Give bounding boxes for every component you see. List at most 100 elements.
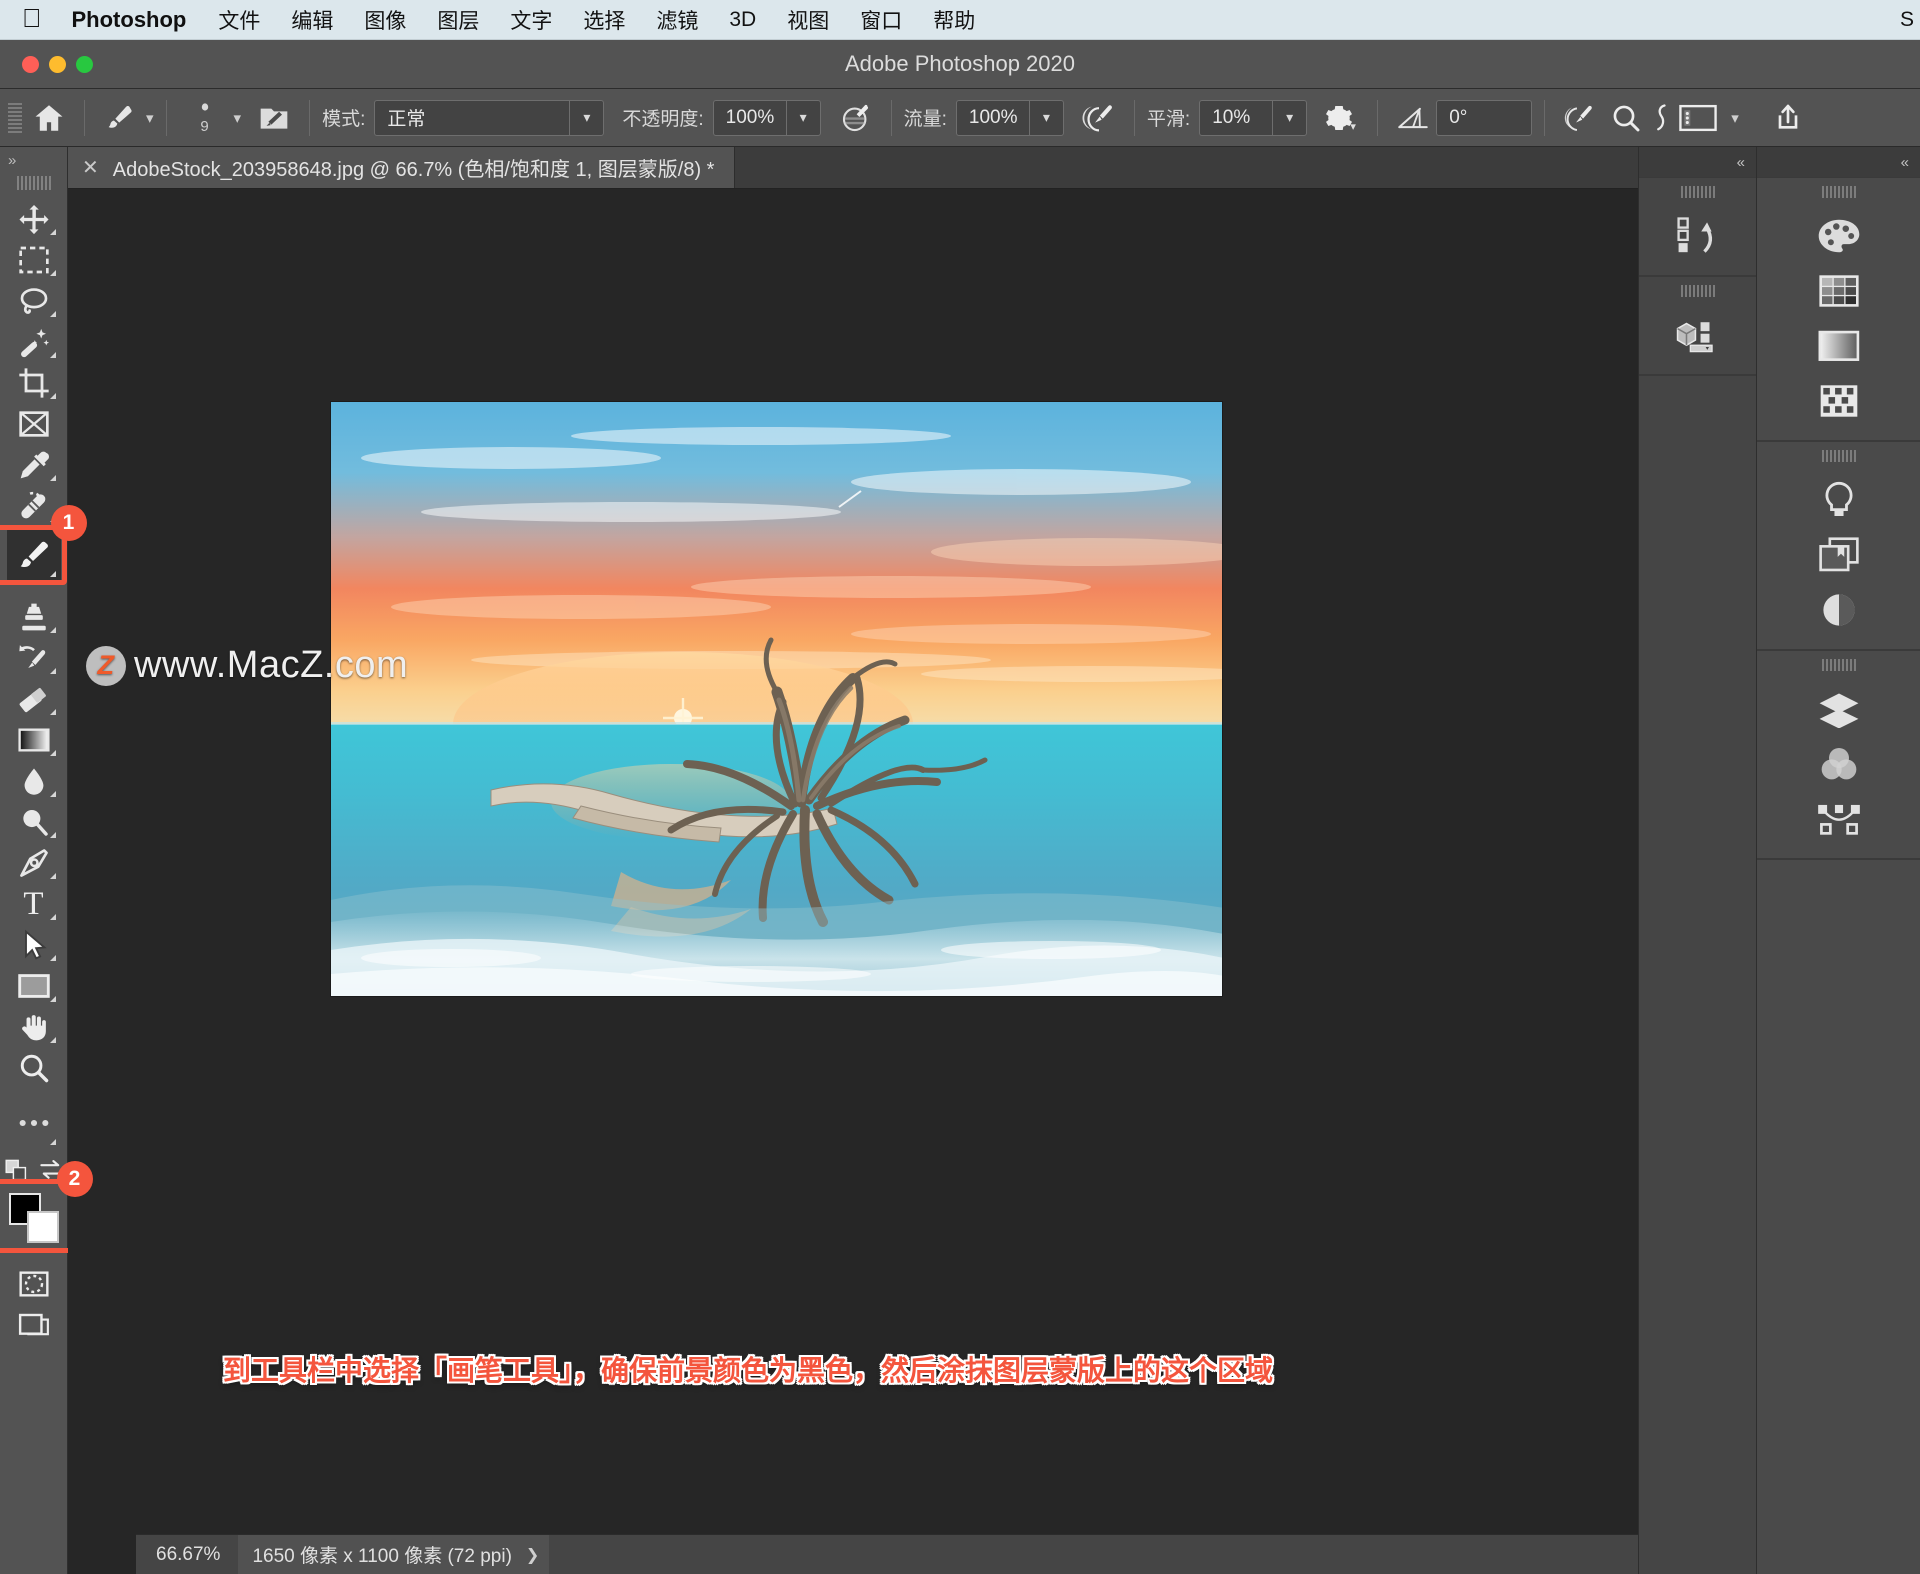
adjustments-panel-icon[interactable] — [1757, 472, 1920, 527]
zoom-magnifier-option[interactable] — [1603, 95, 1649, 141]
flyout-triangle-icon[interactable] — [49, 352, 56, 358]
chevron-down-icon[interactable]: ▾ — [785, 100, 820, 135]
close-icon[interactable]: ✕ — [82, 155, 99, 180]
smoothing-input[interactable]: 10% ▾ — [1199, 99, 1308, 136]
flyout-triangle-icon[interactable] — [49, 393, 56, 399]
flyout-triangle-icon[interactable] — [49, 1037, 56, 1043]
chevron-down-icon[interactable]: ▾ — [1272, 100, 1306, 135]
flyout-triangle-icon[interactable] — [49, 832, 56, 838]
quick-mask-button[interactable] — [7, 1263, 61, 1304]
history-panel-icon[interactable] — [1639, 208, 1756, 263]
menu-item-3d[interactable]: 3D — [729, 8, 756, 32]
workspace-switcher-button[interactable] — [1675, 95, 1721, 141]
rectangle-tool[interactable] — [7, 965, 61, 1006]
blur-tool[interactable] — [7, 760, 61, 801]
flyout-triangle-icon[interactable] — [49, 229, 56, 235]
layers-panel-icon[interactable] — [1757, 681, 1920, 736]
flyout-triangle-icon[interactable] — [49, 996, 56, 1002]
channels-panel-icon[interactable] — [1757, 736, 1920, 791]
flyout-triangle-icon[interactable] — [49, 668, 56, 674]
menu-item-window[interactable]: 窗口 — [860, 5, 902, 35]
dodge-tool[interactable] — [7, 801, 61, 842]
crop-tool[interactable] — [7, 362, 61, 403]
document-tab[interactable]: ✕ AdobeStock_203958648.jpg @ 66.7% (色相/饱… — [68, 147, 736, 188]
chevron-down-icon[interactable]: ▾ — [1028, 100, 1063, 135]
menu-item-filter[interactable]: 滤镜 — [656, 5, 698, 35]
patterns-panel-icon[interactable] — [1757, 373, 1920, 428]
flyout-triangle-icon[interactable] — [49, 955, 56, 961]
hand-tool[interactable] — [7, 1006, 61, 1047]
menu-item-layer[interactable]: 图层 — [437, 5, 479, 35]
menu-item-image[interactable]: 图像 — [364, 5, 406, 35]
zoom-tool[interactable] — [7, 1047, 61, 1088]
workspace-chevron-down-icon[interactable]: ▾ — [1731, 109, 1739, 127]
flyout-triangle-icon[interactable] — [49, 791, 56, 797]
zoom-level[interactable]: 66.67% — [136, 1544, 238, 1566]
lasso-tool[interactable] — [7, 280, 61, 321]
clone-stamp-tool[interactable] — [7, 596, 61, 637]
brush-preset-picker[interactable] — [97, 95, 143, 141]
options-bar-grip[interactable] — [8, 102, 22, 133]
flyout-triangle-icon[interactable] — [49, 270, 56, 276]
airbrush-button[interactable] — [1076, 95, 1122, 141]
frame-tool[interactable] — [7, 403, 61, 444]
flyout-triangle-icon[interactable] — [49, 475, 56, 481]
background-color-swatch[interactable] — [26, 1211, 59, 1243]
brush-size-chevron-down-icon[interactable]: ▾ — [234, 109, 242, 127]
pressure-controls-size-button[interactable] — [1557, 95, 1603, 141]
brush-angle-button[interactable] — [1390, 95, 1436, 141]
panel-grip[interactable] — [1821, 186, 1856, 198]
home-button[interactable] — [26, 95, 72, 141]
pressure-controls-opacity-button[interactable] — [833, 95, 879, 141]
eraser-tool[interactable] — [7, 678, 61, 719]
symmetry-button[interactable] — [1649, 95, 1675, 141]
toolbar-expand-button[interactable]: » — [0, 147, 67, 173]
flyout-triangle-icon[interactable] — [49, 873, 56, 879]
flyout-triangle-icon[interactable] — [49, 627, 56, 633]
brush-size-preview[interactable]: 9 — [179, 101, 231, 135]
flyout-triangle-icon[interactable] — [49, 1139, 56, 1145]
brush-angle-input[interactable]: 0° — [1436, 99, 1533, 136]
smoothing-options-button[interactable]: ▾ — [1319, 95, 1365, 141]
properties-panel-icon[interactable] — [1757, 582, 1920, 637]
swatches-panel-icon[interactable] — [1757, 263, 1920, 318]
libraries-panel-icon[interactable] — [1757, 527, 1920, 582]
default-colors-icon[interactable] — [4, 1159, 29, 1181]
edit-toolbar-button[interactable] — [7, 1102, 61, 1145]
panel-grip[interactable] — [1821, 659, 1856, 671]
eyedropper-tool[interactable] — [7, 444, 61, 485]
color-panel-icon[interactable] — [1757, 208, 1920, 263]
gradients-panel-icon[interactable] — [1757, 318, 1920, 373]
screen-mode-button[interactable] — [7, 1304, 61, 1345]
menu-item-view[interactable]: 视图 — [787, 5, 829, 35]
quick-selection-tool[interactable] — [7, 321, 61, 362]
menu-item-type[interactable]: 文字 — [510, 5, 552, 35]
flyout-triangle-icon[interactable] — [49, 750, 56, 756]
menu-item-select[interactable]: 选择 — [583, 5, 625, 35]
share-button[interactable] — [1765, 95, 1811, 141]
marquee-tool[interactable] — [7, 239, 61, 280]
pen-tool[interactable] — [7, 842, 61, 883]
3d-panel-icon[interactable] — [1639, 307, 1756, 362]
chevron-right-icon[interactable]: ❯ — [526, 1545, 539, 1565]
canvas-image[interactable] — [330, 401, 1223, 997]
menu-item-edit[interactable]: 编辑 — [291, 5, 333, 35]
panel-grip[interactable] — [1821, 450, 1856, 462]
gear-chevron-down-icon[interactable]: ▾ — [1350, 120, 1356, 133]
flow-input[interactable]: 100% ▾ — [955, 99, 1064, 136]
brush-preset-chevron-down-icon[interactable]: ▾ — [146, 109, 154, 127]
panel-grip[interactable] — [1680, 186, 1715, 198]
path-selection-tool[interactable] — [7, 924, 61, 965]
foreground-background-color-swatches[interactable] — [7, 1191, 61, 1245]
apple-logo-icon[interactable]:  — [22, 5, 42, 31]
move-tool[interactable] — [7, 198, 61, 239]
menu-item-file[interactable]: 文件 — [218, 5, 260, 35]
flyout-triangle-icon[interactable] — [49, 709, 56, 715]
collapse-panels-left-button[interactable]: « — [1639, 147, 1756, 177]
brush-settings-button[interactable] — [251, 95, 297, 141]
panel-grip[interactable] — [1680, 285, 1715, 297]
history-brush-tool[interactable] — [7, 637, 61, 678]
flyout-triangle-icon[interactable] — [49, 914, 56, 920]
menu-app-name[interactable]: Photoshop — [72, 7, 187, 33]
brush-tool[interactable] — [6, 529, 61, 581]
